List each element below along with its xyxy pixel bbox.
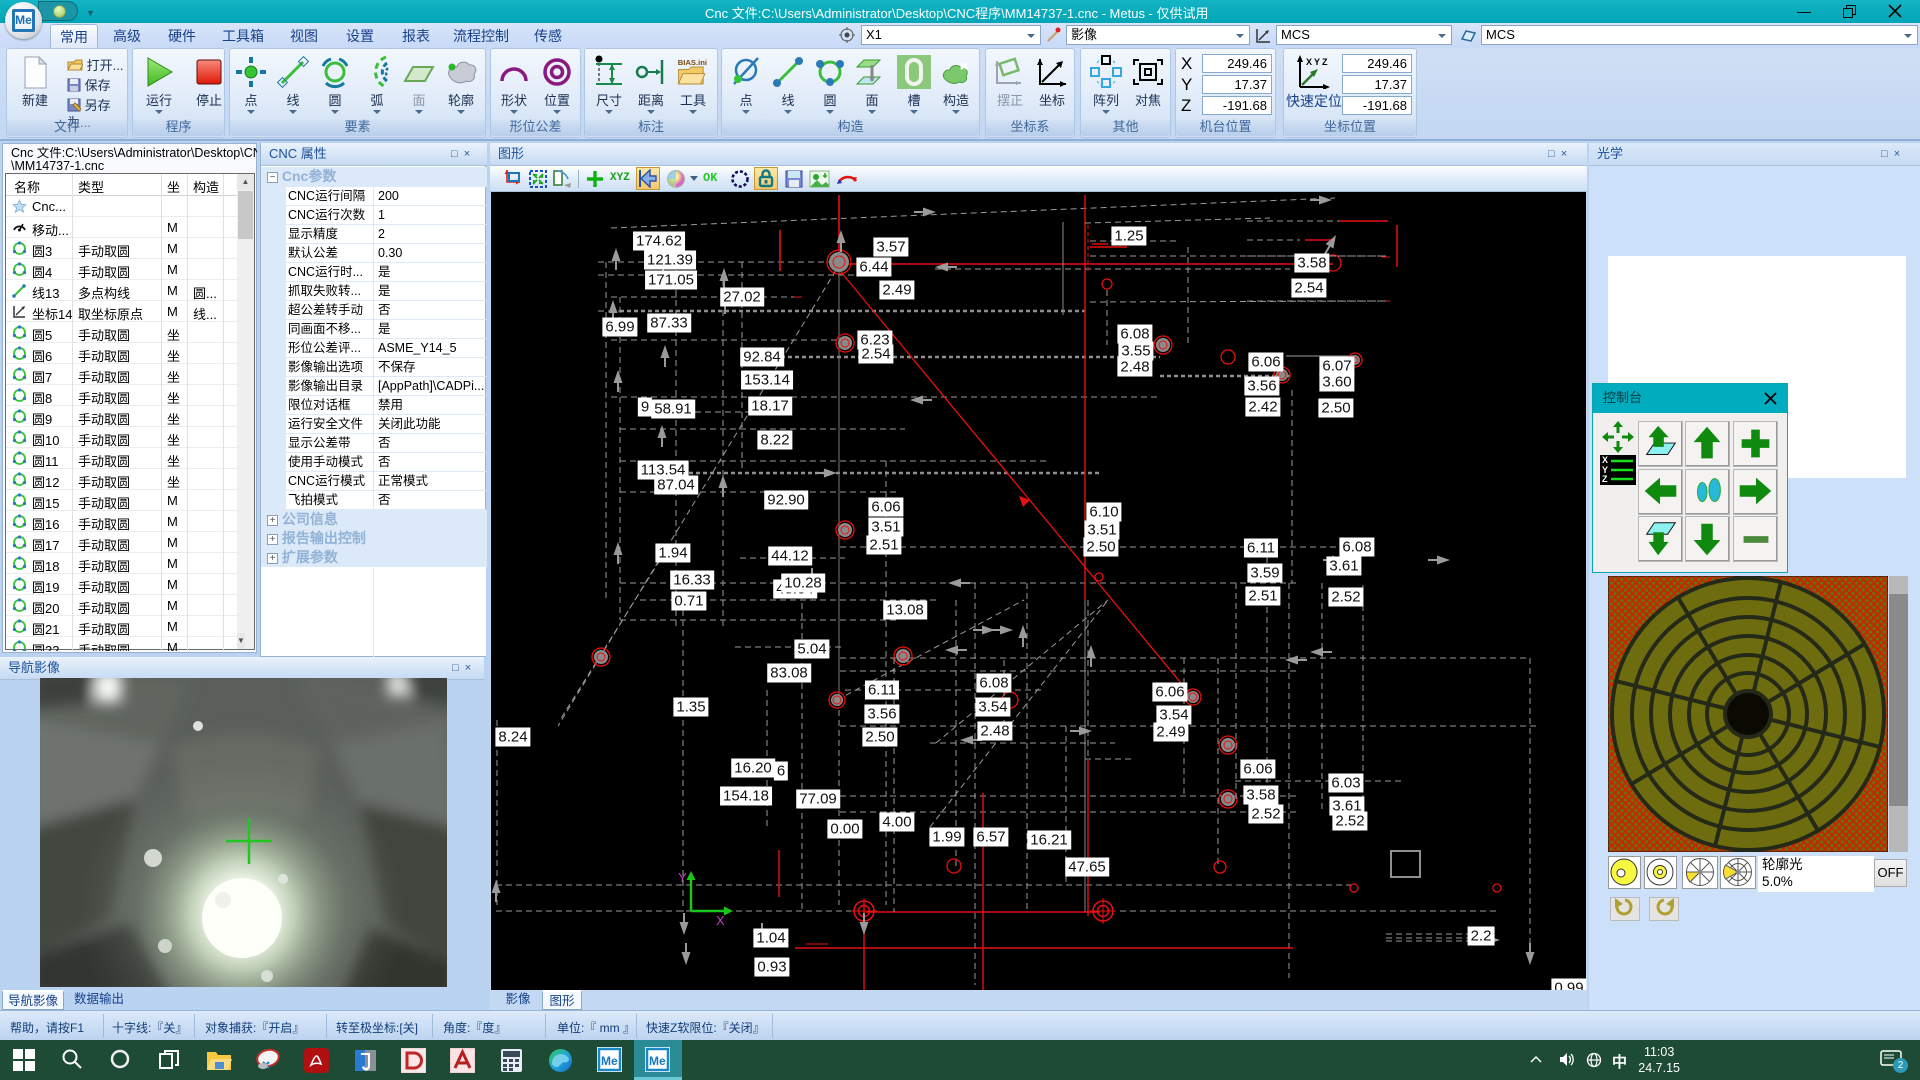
svg-text:Me: Me	[601, 1054, 618, 1068]
svg-text:X: X	[716, 913, 725, 928]
svg-text:BIAS.ini: BIAS.ini	[678, 58, 707, 67]
svg-text:Me: Me	[649, 1054, 666, 1068]
svg-text:XYZ: XYZ	[1306, 57, 1330, 67]
